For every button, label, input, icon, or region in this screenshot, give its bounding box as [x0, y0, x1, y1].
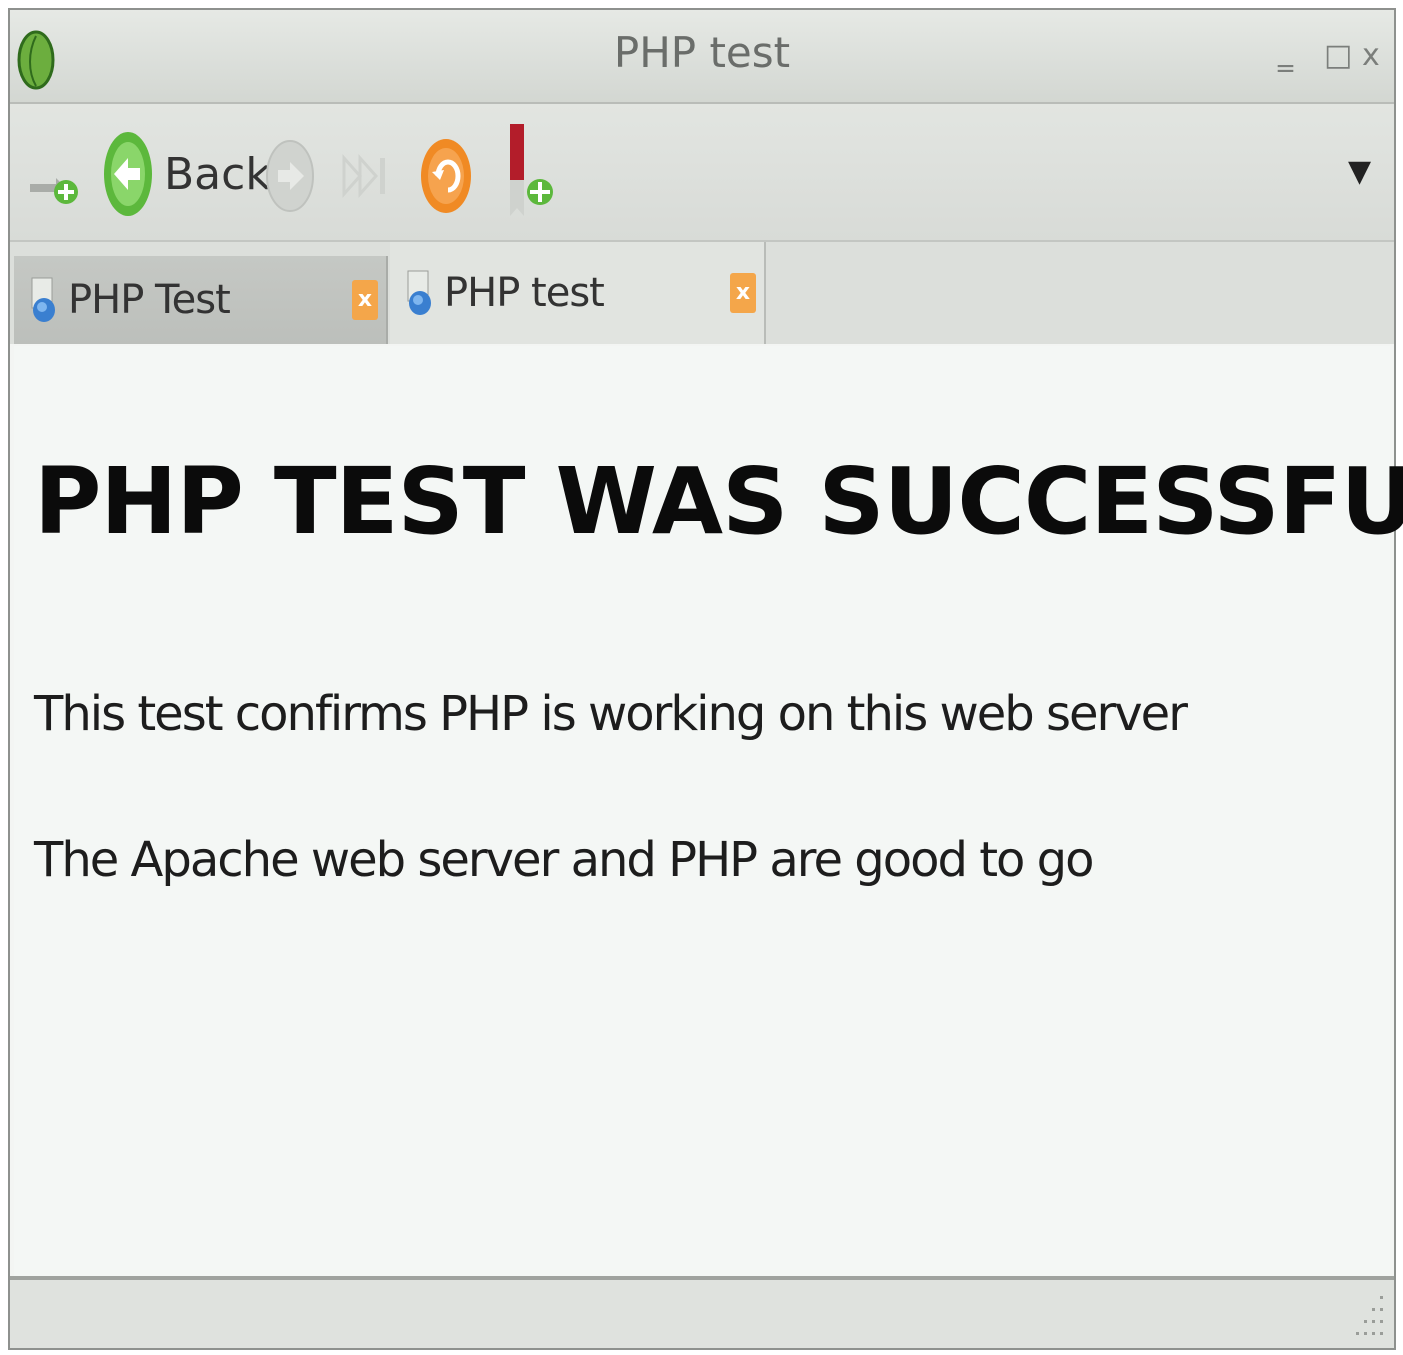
browser-window: PHP test ‗ □ x Back ▼ PHP Test x PHP tes… [8, 8, 1403, 1350]
title-bar[interactable]: PHP test ‗ □ x [10, 10, 1394, 104]
reload-icon [421, 139, 471, 213]
resize-grip-icon[interactable] [1348, 1288, 1388, 1344]
page-globe-icon [31, 277, 55, 322]
back-arrow-icon [104, 132, 152, 216]
tab-label: PHP Test [68, 277, 231, 323]
add-bookmark-button[interactable] [500, 120, 560, 228]
forward-arrow-icon [266, 140, 314, 212]
tab-close-button[interactable]: x [730, 273, 756, 313]
tab-php-test-2[interactable]: PHP test x [390, 242, 766, 344]
close-window-button[interactable]: x [1362, 36, 1380, 76]
status-bar [10, 1276, 1394, 1348]
tab-label: PHP test [444, 270, 605, 316]
reload-button[interactable] [418, 136, 474, 216]
window-title: PHP test [613, 28, 791, 77]
tab-php-test-1[interactable]: PHP Test x [14, 256, 388, 344]
toolbar-overflow-menu[interactable]: ▼ [1348, 154, 1371, 189]
new-tab-button[interactable] [26, 144, 82, 208]
page-content: PHP TEST WAS SUCCESSFUL This test confir… [14, 346, 1403, 1280]
new-tab-icon [30, 178, 78, 204]
bookmark-add-icon [510, 124, 553, 216]
page-heading: PHP TEST WAS SUCCESSFUL [34, 448, 1403, 555]
minimize-button[interactable]: ‗ [1278, 36, 1293, 76]
paragraph-confirmation: This test confirms PHP is working on thi… [34, 686, 1188, 742]
tab-bar: PHP Test x PHP test x [10, 242, 1394, 344]
back-label: Back [164, 148, 271, 200]
back-button[interactable]: Back [102, 128, 271, 220]
skip-forward-button[interactable] [340, 144, 392, 208]
page-globe-icon [407, 270, 431, 315]
forward-button[interactable] [264, 138, 316, 214]
paragraph-ready: The Apache web server and PHP are good t… [34, 832, 1094, 888]
tab-close-button[interactable]: x [352, 280, 378, 320]
navigation-toolbar: Back ▼ [10, 104, 1394, 242]
skip-forward-icon [342, 154, 385, 198]
maximize-button[interactable]: □ [1324, 36, 1352, 76]
